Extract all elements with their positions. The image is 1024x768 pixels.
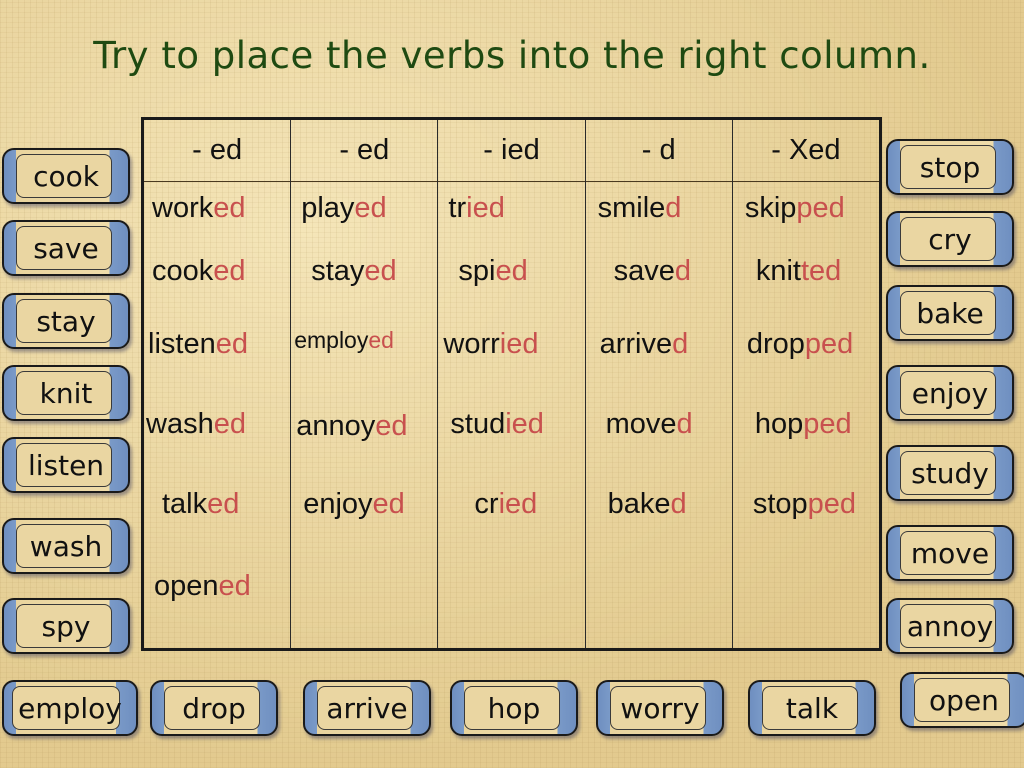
verb-word: cooked bbox=[152, 255, 246, 287]
verb-word: stopped bbox=[752, 488, 857, 520]
verb-word: cried bbox=[474, 488, 538, 520]
verb-tile-worry[interactable]: worry bbox=[596, 680, 724, 736]
verb-word: stayed bbox=[311, 255, 397, 287]
verb-word: annoyed bbox=[296, 410, 408, 442]
verb-word: tried bbox=[448, 192, 505, 224]
verb-word: smiled bbox=[597, 192, 682, 224]
verb-word: arrived bbox=[599, 328, 689, 360]
verb-tile-cry[interactable]: cry bbox=[886, 211, 1014, 267]
column-ied[interactable]: - ied tried spied worried studied cried bbox=[438, 120, 586, 648]
verb-word: moved bbox=[605, 408, 693, 440]
verb-word: saved bbox=[613, 255, 692, 287]
verb-word: knitted bbox=[755, 255, 842, 287]
column-header: - Xed bbox=[732, 120, 880, 182]
verb-word: spied bbox=[458, 255, 528, 287]
verb-word: hopped bbox=[754, 408, 852, 440]
verb-word: dropped bbox=[746, 328, 854, 360]
verb-tile-study[interactable]: study bbox=[886, 445, 1014, 501]
verb-tile-cook[interactable]: cook bbox=[2, 148, 130, 204]
verb-tile-knit[interactable]: knit bbox=[2, 365, 130, 421]
column-header: - d bbox=[585, 120, 732, 182]
instruction-title: Try to place the verbs into the right co… bbox=[93, 34, 931, 77]
verb-tile-listen[interactable]: listen bbox=[2, 437, 130, 493]
verb-tile-spy[interactable]: spy bbox=[2, 598, 130, 654]
verb-tile-hop[interactable]: hop bbox=[450, 680, 578, 736]
verb-tile-open[interactable]: open bbox=[900, 672, 1024, 728]
verb-tile-wash[interactable]: wash bbox=[2, 518, 130, 574]
verb-word: opened bbox=[154, 570, 251, 602]
verb-word: played bbox=[301, 192, 387, 224]
column-ed-2[interactable]: - ed played stayed employed annoyed enjo… bbox=[291, 120, 439, 648]
verb-word: studied bbox=[450, 408, 544, 440]
verb-table: - ed worked cooked listened washed talke… bbox=[141, 117, 882, 651]
verb-tile-talk[interactable]: talk bbox=[748, 680, 876, 736]
verb-tile-employ[interactable]: employ bbox=[2, 680, 138, 736]
column-header: - ied bbox=[438, 120, 585, 182]
column-header: - ed bbox=[291, 120, 438, 182]
column-header: - ed bbox=[144, 120, 291, 182]
column-d[interactable]: - d smiled saved arrived moved baked bbox=[585, 120, 733, 648]
verb-word: skipped bbox=[744, 192, 845, 224]
verb-word: enjoyed bbox=[303, 488, 405, 520]
verb-word: talked bbox=[162, 488, 240, 520]
verb-tile-stay[interactable]: stay bbox=[2, 293, 130, 349]
verb-word: employed bbox=[294, 327, 394, 353]
verb-tile-drop[interactable]: drop bbox=[150, 680, 278, 736]
verb-tile-stop[interactable]: stop bbox=[886, 139, 1014, 195]
verb-tile-save[interactable]: save bbox=[2, 220, 130, 276]
verb-word: baked bbox=[607, 488, 687, 520]
verb-tile-annoy[interactable]: annoy bbox=[886, 598, 1014, 654]
column-ed-1[interactable]: - ed worked cooked listened washed talke… bbox=[144, 120, 292, 648]
verb-tile-move[interactable]: move bbox=[886, 525, 1014, 581]
verb-word: washed bbox=[146, 408, 246, 440]
column-xed[interactable]: - Xed skipped knitted dropped hopped sto… bbox=[732, 120, 880, 648]
verb-tile-arrive[interactable]: arrive bbox=[303, 680, 431, 736]
verb-tile-bake[interactable]: bake bbox=[886, 285, 1014, 341]
verb-word: worked bbox=[152, 192, 246, 224]
verb-word: listened bbox=[148, 328, 248, 360]
verb-tile-enjoy[interactable]: enjoy bbox=[886, 365, 1014, 421]
verb-word: worried bbox=[443, 328, 539, 360]
